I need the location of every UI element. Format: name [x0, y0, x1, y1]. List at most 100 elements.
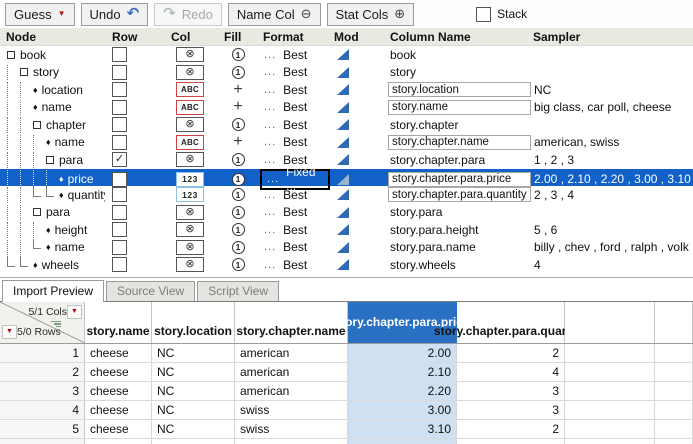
format-value[interactable]: Best [283, 48, 307, 62]
name-col-button[interactable]: Name Col ⊖ [228, 3, 321, 26]
col-type-abc-icon[interactable]: ABC [176, 82, 204, 97]
column-name-input[interactable]: story.name [388, 100, 531, 115]
format-cell[interactable]: ... Best [258, 134, 330, 152]
rows-menu-button[interactable]: ▼ [2, 325, 17, 339]
mod-triangle-icon[interactable] [337, 102, 349, 113]
col-type-123-icon[interactable]: 123 [176, 172, 204, 187]
mod-triangle-icon[interactable] [337, 259, 349, 270]
format-value[interactable]: Best [283, 65, 307, 79]
fill-once-icon[interactable]: 1 [232, 223, 245, 236]
tab-script-view[interactable]: Script View [197, 281, 279, 301]
format-dots-icon[interactable]: ... [264, 84, 276, 96]
col-type-none-icon[interactable]: ⊗ [176, 65, 204, 80]
tree-row[interactable]: para⊗1...Beststory.para [0, 204, 693, 222]
format-dots-icon[interactable]: ... [264, 136, 276, 148]
col-type-none-icon[interactable]: ⊗ [176, 152, 204, 167]
mod-triangle-icon[interactable] [337, 224, 349, 235]
node-label[interactable]: para [46, 205, 70, 219]
column-name-input[interactable]: story.chapter.name [388, 135, 531, 150]
format-cell[interactable]: ... Best [258, 81, 330, 99]
format-dots-icon[interactable]: ... [264, 224, 276, 236]
format-value[interactable]: Best [283, 205, 307, 219]
col-type-none-icon[interactable]: ⊗ [176, 117, 204, 132]
mod-triangle-icon[interactable] [337, 154, 349, 165]
column-name-input[interactable]: story.chapter.para.quantity [388, 187, 531, 202]
format-value[interactable]: Best [283, 83, 307, 97]
row-checkbox[interactable] [112, 187, 127, 202]
format-dots-icon[interactable]: ... [264, 154, 276, 166]
node-label[interactable]: book [20, 48, 46, 62]
format-value[interactable]: Best [283, 100, 307, 114]
row-checkbox[interactable] [112, 257, 127, 272]
format-dots-icon[interactable]: ... [264, 49, 276, 61]
fill-once-icon[interactable]: 1 [232, 153, 245, 166]
row-checkbox[interactable] [112, 47, 127, 62]
format-value[interactable]: Best [283, 135, 307, 149]
format-dots-icon[interactable]: ... [264, 259, 276, 271]
row-checkbox[interactable]: ✓ [112, 152, 127, 167]
tab-import-preview[interactable]: Import Preview [2, 280, 104, 302]
preview-column-header[interactable]: story.chapter.para.quantity [457, 302, 565, 343]
mod-triangle-icon[interactable] [337, 207, 349, 218]
format-value[interactable]: Best [283, 223, 307, 237]
col-type-none-icon[interactable]: ⊗ [176, 222, 204, 237]
mod-triangle-icon[interactable] [337, 242, 349, 253]
tree-row[interactable]: ♦name⊗1...Beststory.para.namebilly , che… [0, 239, 693, 257]
tree-row[interactable]: ♦price1231...Fixed ...story.chapter.para… [0, 169, 693, 187]
guess-button[interactable]: Guess ▼ [5, 3, 75, 26]
col-type-none-icon[interactable]: ⊗ [176, 47, 204, 62]
format-cell[interactable]: ... Best [258, 116, 330, 134]
node-label[interactable]: chapter [46, 118, 86, 132]
format-cell[interactable]: ... Best [258, 186, 330, 204]
node-label[interactable]: quantity [68, 188, 105, 202]
row-checkbox[interactable] [112, 205, 127, 220]
mod-triangle-icon[interactable] [337, 84, 349, 95]
row-checkbox[interactable] [112, 117, 127, 132]
fill-once-icon[interactable]: 1 [232, 241, 245, 254]
mod-triangle-icon[interactable] [337, 119, 349, 130]
tree-row[interactable]: para✓⊗1...Beststory.chapter.para1 , 2 , … [0, 151, 693, 169]
row-checkbox[interactable] [112, 100, 127, 115]
column-name-input[interactable]: story.location [388, 82, 531, 97]
mod-triangle-icon[interactable] [337, 49, 349, 60]
format-cell[interactable]: ... Best [258, 46, 330, 64]
col-type-none-icon[interactable]: ⊗ [176, 205, 204, 220]
column-name-input[interactable]: story.chapter.para.price [388, 172, 531, 187]
format-dots-icon[interactable]: ... [264, 241, 276, 253]
fill-once-icon[interactable]: 1 [232, 206, 245, 219]
format-dots-icon[interactable]: ... [264, 119, 276, 131]
tab-source-view[interactable]: Source View [106, 281, 195, 301]
mod-triangle-icon[interactable] [337, 189, 349, 200]
fill-once-icon[interactable]: 1 [232, 188, 245, 201]
stack-checkbox[interactable] [476, 7, 491, 22]
row-checkbox[interactable] [112, 82, 127, 97]
tree-row[interactable]: ♦locationABC+...Beststory.locationNC [0, 81, 693, 99]
preview-column-header[interactable]: story.location [152, 302, 235, 343]
format-dots-icon[interactable]: ... [264, 189, 276, 201]
node-label[interactable]: story [33, 65, 59, 79]
node-label[interactable]: wheels [42, 258, 79, 272]
node-label[interactable]: name [42, 100, 72, 114]
preview-row-number[interactable]: 1 [0, 344, 85, 362]
node-label[interactable]: para [59, 153, 83, 167]
undo-button[interactable]: Undo ↶ [81, 3, 149, 26]
row-checkbox[interactable] [112, 65, 127, 80]
format-cell[interactable]: ... Best [258, 221, 330, 239]
tree-row[interactable]: ♦nameABC+...Beststory.chapter.nameameric… [0, 134, 693, 152]
tree-row[interactable]: ♦height⊗1...Beststory.para.height5 , 6 [0, 221, 693, 239]
tree-row[interactable]: book⊗1...Bestbook [0, 46, 693, 64]
mod-triangle-icon[interactable] [337, 137, 349, 148]
node-label[interactable]: name [55, 135, 85, 149]
row-checkbox[interactable] [112, 222, 127, 237]
col-type-123-icon[interactable]: 123 [176, 187, 204, 202]
col-type-abc-icon[interactable]: ABC [176, 135, 204, 150]
preview-row-number[interactable]: 3 [0, 382, 85, 400]
format-value[interactable]: Best [283, 118, 307, 132]
fill-once-icon[interactable]: 1 [232, 258, 245, 271]
fill-repeat-icon[interactable]: + [233, 100, 242, 114]
format-value[interactable]: Best [283, 188, 307, 202]
row-checkbox[interactable] [112, 240, 127, 255]
tree-row[interactable]: ♦wheels⊗1...Beststory.wheels4 [0, 256, 693, 274]
tree-row[interactable]: ♦nameABC+...Beststory.namebig class, car… [0, 99, 693, 117]
col-type-none-icon[interactable]: ⊗ [176, 240, 204, 255]
